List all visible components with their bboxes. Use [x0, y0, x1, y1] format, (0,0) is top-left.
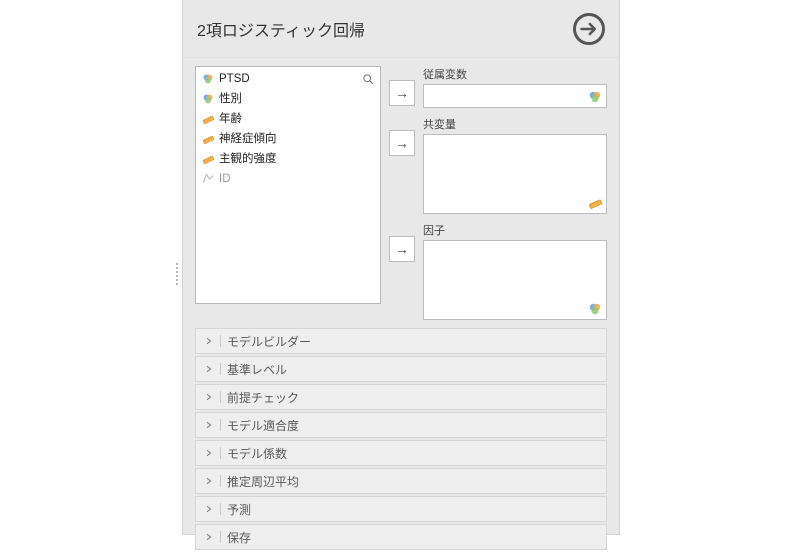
- chevron-right-icon: [204, 532, 214, 542]
- expander-label: モデルビルダー: [227, 333, 311, 350]
- divider: [220, 419, 221, 431]
- variable-name: 主観的強度: [219, 151, 277, 167]
- chevron-right-icon: [204, 476, 214, 486]
- expander-label: モデル適合度: [227, 417, 299, 434]
- divider: [220, 447, 221, 459]
- assign-factors-button[interactable]: →: [389, 236, 415, 262]
- run-button[interactable]: [573, 13, 605, 45]
- variable-item[interactable]: PTSD: [196, 69, 380, 89]
- divider: [220, 475, 221, 487]
- divider: [220, 391, 221, 403]
- expander-label: 推定周辺平均: [227, 473, 299, 490]
- panel-drag-grip[interactable]: [176, 263, 182, 285]
- factors-row: → 因子: [389, 222, 607, 320]
- dependent-dropzone[interactable]: [423, 84, 607, 108]
- divider: [220, 335, 221, 347]
- variable-item[interactable]: 性別: [196, 89, 380, 109]
- expander-section[interactable]: モデルビルダー: [195, 328, 607, 354]
- variable-name: 年齢: [219, 111, 242, 127]
- variable-assignment-area: PTSD 性別年齢神経症傾向主観的強度 ID → 従属変数: [183, 58, 619, 326]
- chevron-right-icon: [204, 392, 214, 402]
- variable-item[interactable]: 神経症傾向: [196, 129, 380, 149]
- divider: [220, 531, 221, 543]
- analysis-panel: 2項ロジスティック回帰 PTSD 性別年齢神経症傾向主観的強度 ID → 従属変数: [182, 0, 620, 535]
- assign-covariates-button[interactable]: →: [389, 130, 415, 156]
- expander-label: 保存: [227, 529, 251, 546]
- expanders-section: モデルビルダー基準レベル前提チェックモデル適合度モデル係数推定周辺平均予測保存: [183, 326, 619, 558]
- expander-label: 予測: [227, 501, 251, 518]
- expander-section[interactable]: 推定周辺平均: [195, 468, 607, 494]
- scale-type-hint-icon: [588, 196, 602, 210]
- expander-section[interactable]: 保存: [195, 524, 607, 550]
- variable-item[interactable]: 年齢: [196, 109, 380, 129]
- chevron-right-icon: [204, 364, 214, 374]
- expander-section[interactable]: 前提チェック: [195, 384, 607, 410]
- expander-section[interactable]: 予測: [195, 496, 607, 522]
- target-boxes-column: → 従属変数 → 共変量: [389, 66, 607, 320]
- covariates-dropzone[interactable]: [423, 134, 607, 214]
- arrow-right-icon: →: [395, 85, 409, 101]
- expander-section[interactable]: モデル適合度: [195, 412, 607, 438]
- assign-dependent-button[interactable]: →: [389, 80, 415, 106]
- panel-title: 2項ロジスティック回帰: [197, 17, 365, 41]
- covariates-row: → 共変量: [389, 116, 607, 214]
- variable-name: PTSD: [219, 71, 250, 87]
- search-icon[interactable]: [362, 73, 374, 85]
- run-arrow-icon: [579, 19, 599, 39]
- divider: [220, 503, 221, 515]
- chevron-right-icon: [204, 504, 214, 514]
- expander-label: モデル係数: [227, 445, 287, 462]
- scale-var-icon: [202, 133, 214, 145]
- scale-var-icon: [202, 113, 214, 125]
- dependent-row: → 従属変数: [389, 66, 607, 108]
- variable-name: 神経症傾向: [219, 131, 277, 147]
- panel-header: 2項ロジスティック回帰: [183, 0, 619, 58]
- nominal-type-hint-icon: [588, 302, 602, 316]
- source-variable-list[interactable]: PTSD 性別年齢神経症傾向主観的強度 ID: [195, 66, 381, 304]
- variable-item[interactable]: 主観的強度: [196, 149, 380, 169]
- variable-name: ID: [219, 171, 231, 187]
- nominal-var-icon: [202, 93, 214, 105]
- divider: [220, 363, 221, 375]
- expander-label: 基準レベル: [227, 361, 287, 378]
- chevron-right-icon: [204, 336, 214, 346]
- expander-section[interactable]: 基準レベル: [195, 356, 607, 382]
- id-var-icon: [202, 173, 214, 185]
- chevron-right-icon: [204, 448, 214, 458]
- variable-name: 性別: [219, 91, 242, 107]
- expander-label: 前提チェック: [227, 389, 299, 406]
- dependent-label: 従属変数: [423, 66, 607, 82]
- scale-var-icon: [202, 153, 214, 165]
- nominal-var-icon: [202, 73, 214, 85]
- arrow-right-icon: →: [395, 241, 409, 257]
- nominal-type-hint-icon: [588, 90, 602, 104]
- arrow-right-icon: →: [395, 135, 409, 151]
- covariates-label: 共変量: [423, 116, 607, 132]
- expander-section[interactable]: モデル係数: [195, 440, 607, 466]
- factors-dropzone[interactable]: [423, 240, 607, 320]
- factors-label: 因子: [423, 222, 607, 238]
- chevron-right-icon: [204, 420, 214, 430]
- variable-item[interactable]: ID: [196, 169, 380, 189]
